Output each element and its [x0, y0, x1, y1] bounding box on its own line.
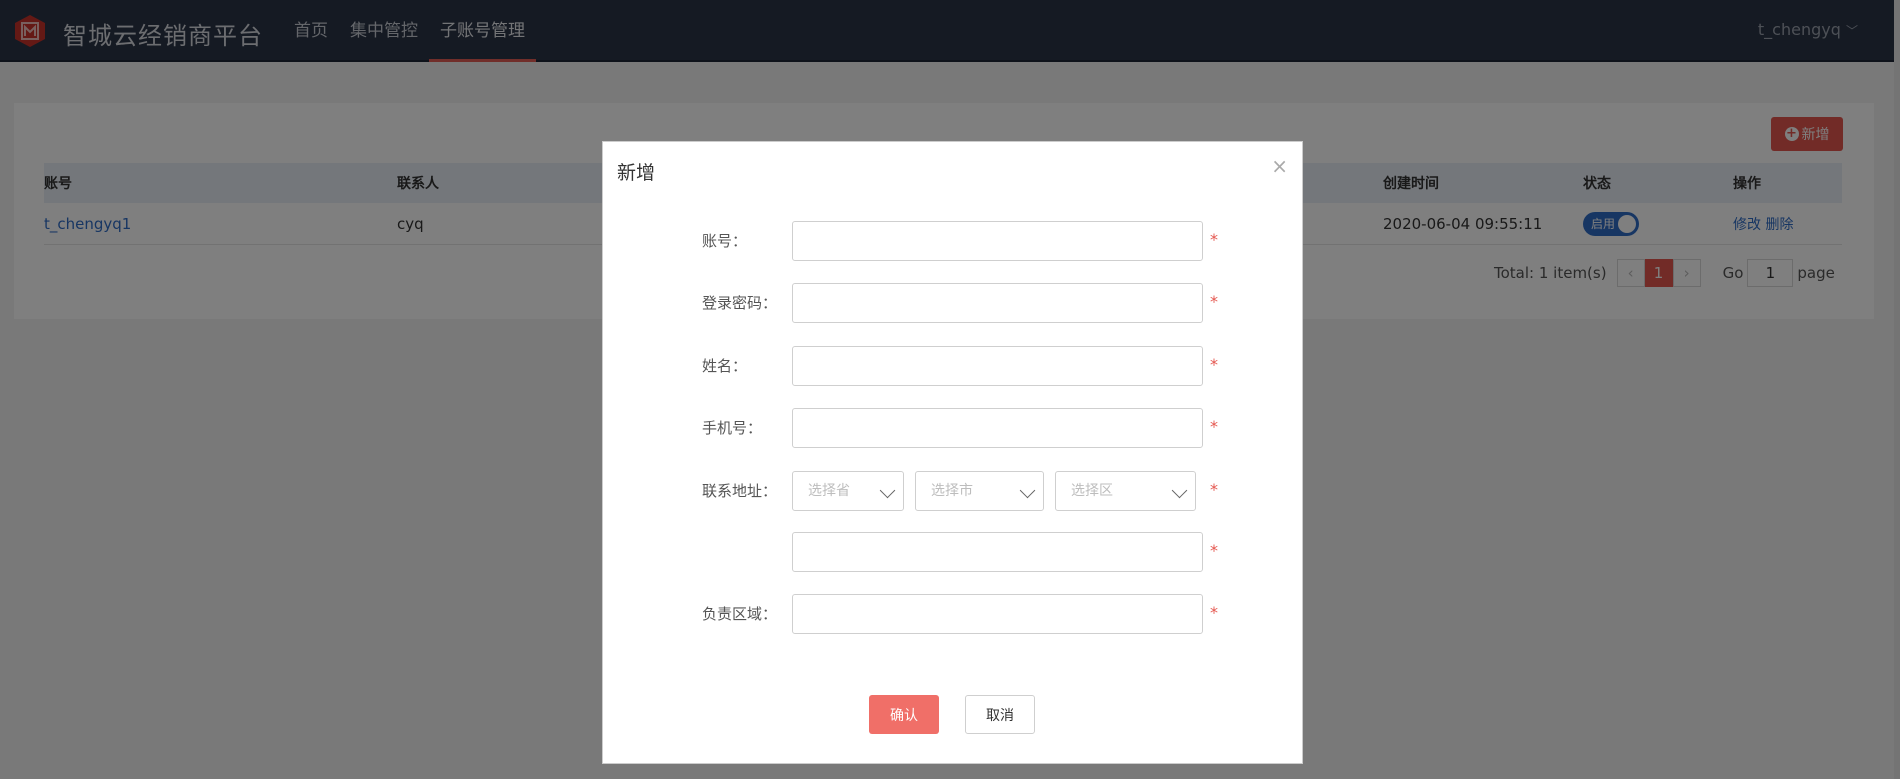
row-password: 登录密码： * — [603, 282, 1304, 324]
chevron-down-icon — [1019, 482, 1036, 499]
province-placeholder: 选择省 — [808, 483, 850, 499]
city-select[interactable]: 选择市 — [915, 471, 1044, 511]
address-label: 联系地址： — [702, 482, 778, 500]
province-select[interactable]: 选择省 — [792, 471, 904, 511]
account-input[interactable] — [792, 221, 1203, 261]
row-address-detail: * — [603, 531, 1304, 573]
required-mark: * — [1210, 417, 1218, 436]
required-mark: * — [1210, 230, 1218, 249]
row-name: 姓名： * — [603, 345, 1304, 387]
password-input[interactable] — [792, 283, 1203, 323]
row-phone: 手机号： * — [603, 407, 1304, 449]
address-detail-input[interactable] — [792, 532, 1203, 572]
district-placeholder: 选择区 — [1071, 483, 1113, 499]
city-placeholder: 选择市 — [931, 483, 973, 499]
cancel-button[interactable]: 取消 — [965, 695, 1035, 734]
close-icon[interactable]: × — [1271, 156, 1288, 176]
chevron-down-icon — [879, 482, 896, 499]
district-select[interactable]: 选择区 — [1055, 471, 1196, 511]
add-account-dialog: 新增 × 账号： * 登录密码： * 姓名： * 手机号： * 联系地址： 选择… — [602, 141, 1303, 764]
row-account: 账号： * — [603, 220, 1304, 262]
chevron-down-icon — [1171, 482, 1188, 499]
name-label: 姓名： — [702, 357, 748, 375]
region-label: 负责区域： — [702, 605, 778, 623]
row-region: 负责区域： * — [603, 593, 1304, 635]
password-label: 登录密码： — [702, 294, 778, 312]
phone-input[interactable] — [792, 408, 1203, 448]
region-input[interactable] — [792, 594, 1203, 634]
dialog-title: 新增 — [617, 162, 656, 184]
required-mark: * — [1210, 541, 1218, 560]
required-mark: * — [1210, 480, 1218, 499]
required-mark: * — [1210, 603, 1218, 622]
account-label: 账号： — [702, 232, 748, 250]
required-mark: * — [1210, 355, 1218, 374]
phone-label: 手机号： — [702, 419, 763, 437]
row-address: 联系地址： 选择省 选择市 选择区 * — [603, 470, 1304, 512]
name-input[interactable] — [792, 346, 1203, 386]
confirm-button[interactable]: 确认 — [869, 695, 939, 734]
required-mark: * — [1210, 292, 1218, 311]
